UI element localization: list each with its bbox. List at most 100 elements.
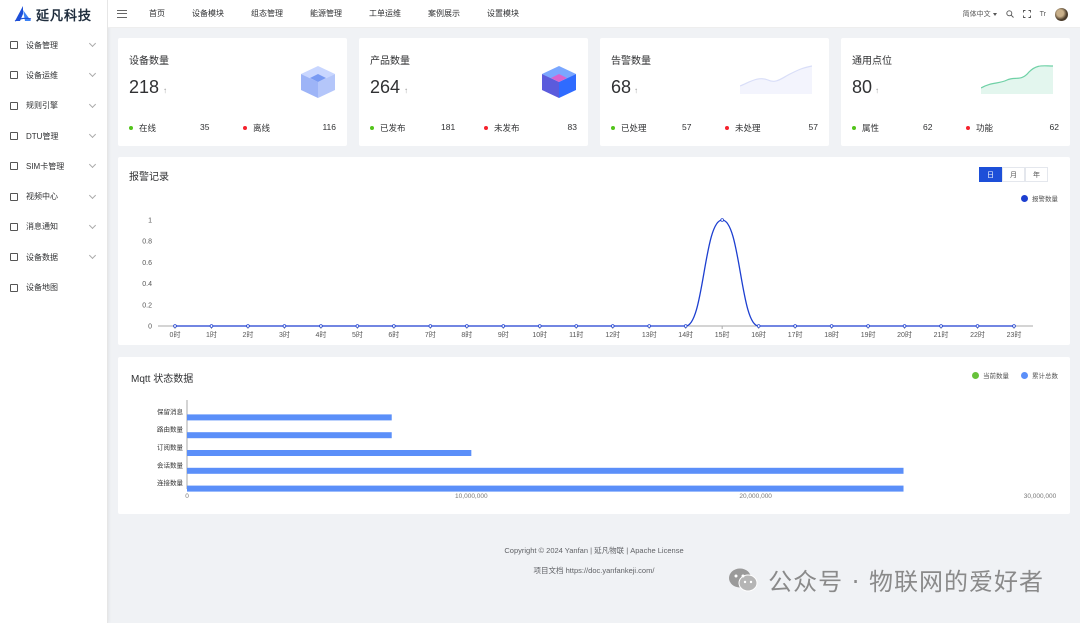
nav-item-6[interactable]: 设置模块 (487, 8, 519, 19)
status-dot (611, 126, 615, 130)
x-tick-label: 2时 (243, 330, 254, 339)
card-stat-right-label: 未发布 (494, 123, 520, 133)
data-point (392, 324, 396, 328)
card-stat-left-label: 已处理 (621, 123, 647, 133)
nav-item-0[interactable]: 首页 (149, 8, 165, 19)
sidebar-item-1[interactable]: 设备运维 (0, 60, 107, 90)
arrow-up-icon: ↑ (634, 86, 638, 95)
card-stats: 属性 62 功能 62 (852, 122, 1059, 134)
sidebar-item-7[interactable]: 设备数据 (0, 242, 107, 272)
nav-item-2[interactable]: 组态管理 (251, 8, 283, 19)
sidebar-item-8[interactable]: 设备地图 (0, 272, 107, 302)
bar-4 (187, 485, 904, 492)
search-icon[interactable] (1005, 10, 1014, 18)
sidebar-item-2[interactable]: 规则引擎 (0, 91, 107, 121)
sidebar-item-3[interactable]: DTU管理 (0, 121, 107, 151)
data-point (319, 324, 323, 328)
sidebar-item-label: 设备运维 (26, 70, 58, 80)
watermark-text: 公众号 · 物联网的爱好者 (768, 568, 1044, 596)
card-stat-left-value: 181 (441, 122, 456, 132)
stat-card-0: 设备数量 218 ↑ 在线 35 离线 116 (118, 38, 347, 146)
data-point (902, 324, 907, 328)
status-dot (725, 126, 729, 130)
bar-1 (187, 432, 392, 439)
x-tick-label: 7时 (425, 330, 436, 339)
sidebar-item-label: 设备数据 (26, 252, 58, 262)
sidebar-item-5[interactable]: 视频中心 (0, 181, 107, 211)
arrow-up-icon: ↑ (404, 86, 408, 95)
x-tick-label: 1时 (206, 330, 217, 339)
card-value: 218 (129, 77, 160, 97)
language-label: 简体中文 (962, 11, 991, 18)
mqtt-bar-chart: 保留消息路由数量订阅数量会话数量连接数量0 10,000,000 20,000,00… (157, 400, 1057, 500)
alarm-panel: 报警记录 日月年 报警数量 0 0.2 0.4 0.6 0.8 1 0时 1时 2时 3时 4时 5时… (118, 157, 1070, 345)
x-tick-label: 14时 (678, 330, 693, 339)
sidebar-item-0[interactable]: 设备管理 (0, 30, 107, 60)
avatar[interactable] (1055, 7, 1068, 21)
sidebar-item-4[interactable]: SIM卡管理 (0, 151, 107, 181)
fullscreen-icon[interactable] (1022, 10, 1031, 18)
x-tick-label: 22时 (970, 330, 985, 339)
x-tick-label: 12时 (605, 330, 620, 339)
font-size-icon[interactable]: Tr (1040, 11, 1046, 18)
x-tick-label: 19时 (861, 330, 876, 339)
stat-card-3: 通用点位 80 ↑ 属性 62 功能 62 (841, 38, 1070, 146)
mqtt-panel: Mqtt 状态数据 当前数量 累计总数 保留消息 路由数量 订阅数量 会话数量 连接数量 0… (118, 357, 1070, 514)
card-stats: 已发布 181 未发布 83 (370, 122, 577, 134)
device-icon (10, 41, 18, 50)
category-label: 订阅数量 (157, 443, 184, 452)
x-tick-label: 17时 (788, 330, 803, 339)
language-select[interactable]: 简体中文 (963, 9, 997, 19)
chevron-down-icon (88, 252, 97, 260)
card-title: 告警数量 (611, 56, 651, 67)
card-stat-left-label: 已发布 (380, 123, 406, 133)
status-dot (243, 126, 247, 130)
arrow-up-icon: ↑ (875, 86, 879, 95)
data-point (574, 324, 579, 328)
video-icon (10, 192, 18, 201)
alarm-line-chart: 00.20.40.60.810时 1时 2时 3时 4时 5时 6时 7时 8时 9时 10时 11时… (142, 218, 1033, 339)
nav-item-4[interactable]: 工单运维 (369, 8, 401, 19)
sidebar-item-6[interactable]: 消息通知 (0, 212, 107, 242)
nav-item-1[interactable]: 设备模块 (192, 8, 224, 19)
top-nav: 首页 设备模块 组态管理 能源管理 工单运维 案例展示 设置模块 (149, 8, 546, 19)
card-value: 80 (852, 77, 873, 97)
chevron-down-icon (88, 70, 97, 78)
x-tick-label: 20时 (897, 330, 912, 339)
chevron-down-icon (992, 12, 997, 16)
x-tick-label: 16时 (751, 330, 766, 339)
x-tick-label: 6时 (388, 330, 399, 339)
category-label: 会话数量 (157, 460, 184, 469)
watermark: 公众号 · 物联网的爱好者 (728, 562, 1044, 597)
card-value: 264 (370, 77, 401, 97)
data-point (209, 324, 214, 328)
x-tick-label: 10,000,000 (455, 493, 488, 500)
logo[interactable]: 延凡科技 (0, 0, 107, 28)
data-point (647, 324, 652, 328)
y-tick-label: 0.2 (142, 302, 152, 309)
status-dot (370, 126, 374, 130)
sidebar-item-label: 规则引擎 (26, 101, 58, 111)
bar-2 (187, 450, 472, 456)
data-point (465, 324, 469, 328)
sidebar-item-label: 设备地图 (26, 283, 58, 293)
x-tick-label: 9时 (498, 330, 509, 339)
map-icon (10, 283, 18, 292)
nav-item-3[interactable]: 能源管理 (310, 8, 342, 19)
category-label: 保留消息 (157, 407, 184, 416)
wechat-icon (729, 568, 758, 591)
card-stat-left: 在线 (129, 122, 156, 134)
sidebar-item-label: 设备管理 (26, 40, 58, 50)
chevron-down-icon (88, 130, 97, 139)
data-point (939, 324, 943, 328)
rule-icon (10, 101, 18, 110)
nav-item-5[interactable]: 案例展示 (428, 8, 460, 19)
card-stat-left-label: 在线 (139, 123, 157, 133)
card-stat-right: 未发布 (484, 122, 520, 134)
message-icon (10, 222, 18, 231)
x-tick-label: 15时 (715, 330, 730, 339)
data-point (829, 324, 834, 328)
hamburger-icon[interactable] (117, 9, 127, 18)
x-tick-label: 0 (185, 493, 189, 500)
card-stat-left-value: 57 (682, 122, 692, 132)
